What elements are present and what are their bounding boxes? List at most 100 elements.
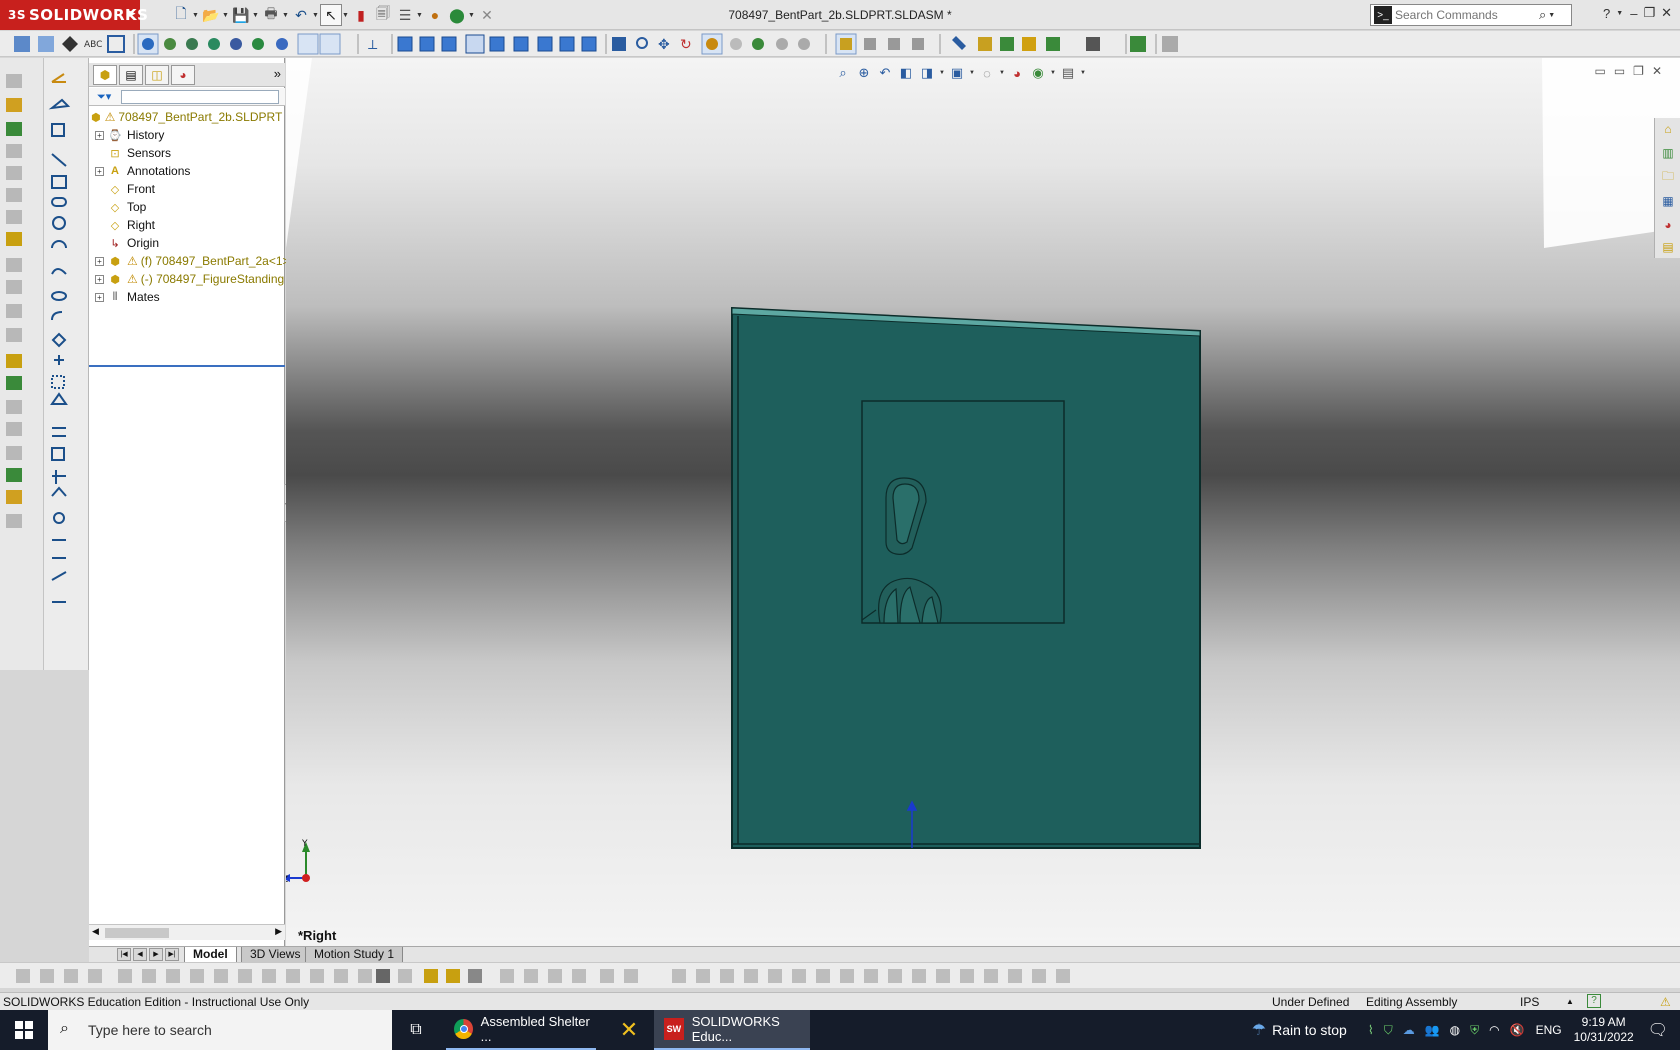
- hide-show-icon[interactable]: ◌: [978, 64, 996, 82]
- save-icon[interactable]: 💾: [230, 4, 252, 26]
- select-arrow-icon[interactable]: ↖: [320, 4, 342, 26]
- last-tab-icon[interactable]: ▶|: [165, 948, 179, 961]
- view-settings-icon[interactable]: ▤: [1059, 64, 1077, 82]
- expand-panel-icon[interactable]: »: [274, 66, 281, 81]
- weather-icon[interactable]: ☂: [1252, 1020, 1266, 1040]
- propertymanager-tab[interactable]: ▤: [119, 65, 143, 85]
- help-status-icon[interactable]: ?: [1587, 994, 1601, 1008]
- expand-icon[interactable]: +: [95, 292, 104, 302]
- chevron-down-icon[interactable]: ▼: [1548, 12, 1556, 19]
- tree-item-history[interactable]: + ⌚ History: [95, 126, 291, 144]
- filter-icon[interactable]: ⏷▾: [97, 90, 111, 104]
- chevron-down-icon[interactable]: ▼: [192, 12, 200, 19]
- windows-start-button[interactable]: [0, 1010, 48, 1050]
- minimize-icon[interactable]: –: [1630, 6, 1637, 21]
- featuremanager-tab[interactable]: ⬢: [93, 65, 117, 85]
- next-tab-icon[interactable]: ▶: [149, 948, 163, 961]
- notifications-icon[interactable]: 🗨: [1648, 1020, 1668, 1040]
- rollback-bar[interactable]: [89, 365, 285, 367]
- chevron-down-icon[interactable]: ▼: [416, 12, 424, 19]
- print-icon[interactable]: 🖶: [260, 4, 282, 26]
- shield-icon[interactable]: ⛉: [1384, 1023, 1393, 1038]
- tree-root[interactable]: ⬢ ⚠ 708497_BentPart_2b.SLDPRT (: [91, 108, 287, 126]
- scroll-right-icon[interactable]: ▶: [275, 926, 282, 937]
- chevron-down-icon[interactable]: ▼: [252, 12, 260, 19]
- open-folder-icon[interactable]: 📂: [200, 4, 222, 26]
- weather-text[interactable]: Rain to stop: [1272, 1022, 1347, 1038]
- chevron-down-icon[interactable]: ▼: [222, 12, 230, 19]
- chevron-down-icon[interactable]: ▼: [1080, 70, 1086, 76]
- language-indicator[interactable]: ENG: [1536, 1023, 1562, 1037]
- chevron-down-icon[interactable]: ▼: [312, 12, 320, 19]
- chevron-down-icon[interactable]: ▼: [1616, 10, 1624, 17]
- chevron-down-icon[interactable]: ▼: [939, 70, 945, 76]
- tree-item-top-plane[interactable]: ◇ Top: [107, 198, 303, 216]
- view-orientation-icon[interactable]: ◨: [918, 64, 936, 82]
- zoom-to-area-icon[interactable]: ⊕: [855, 64, 873, 82]
- tree-item-right-plane[interactable]: ◇ Right: [107, 216, 303, 234]
- appearances-icon[interactable]: ◕: [1659, 216, 1677, 234]
- new-document-icon[interactable]: 🗋: [170, 4, 192, 26]
- search-commands[interactable]: >_ ⌕ ▼: [1370, 4, 1572, 26]
- file-properties-icon[interactable]: 🗐: [372, 4, 394, 26]
- design-library-icon[interactable]: ▥: [1659, 144, 1677, 162]
- tree-item-origin[interactable]: ↳ Origin: [107, 234, 303, 252]
- split-view-icon[interactable]: ▭: [1614, 64, 1625, 78]
- tree-filter-input[interactable]: [121, 90, 279, 104]
- wifi-icon[interactable]: ◠: [1489, 1023, 1499, 1037]
- expand-icon[interactable]: +: [95, 274, 104, 284]
- graphics-area[interactable]: ⌕ ⊕ ↶ ◧ ◨ ▼ ▣ ▼ ◌ ▼ ◕ ◉ ▼ ▤ ▼ ▭ ▭ ❐ ✕ ⌂ ▥ 🗀 ▦…: [286, 58, 1680, 946]
- undo-icon[interactable]: ↶: [290, 4, 312, 26]
- tab-3d-views[interactable]: 3D Views: [241, 947, 310, 963]
- expand-icon[interactable]: +: [95, 130, 104, 140]
- close-viewport-icon[interactable]: ✕: [1652, 64, 1662, 78]
- people-icon[interactable]: 👥: [1425, 1023, 1440, 1037]
- custom-properties-icon[interactable]: ▤: [1659, 238, 1677, 256]
- file-explorer-icon[interactable]: 🗀: [1659, 168, 1677, 186]
- tray-app-icon[interactable]: ⌇: [1368, 1023, 1374, 1037]
- chrome-tray-icon[interactable]: ◍: [1450, 1023, 1460, 1037]
- restore-icon[interactable]: ❐: [1643, 5, 1655, 21]
- taskbar-search[interactable]: ⌕ Type here to search: [48, 1010, 392, 1050]
- appearance-icon[interactable]: ⬤: [446, 4, 468, 26]
- solidworks-menu-button[interactable]: 3S SOLIDWORKS ▶: [0, 0, 148, 30]
- rebuild-traffic-light-icon[interactable]: ▮: [350, 4, 372, 26]
- search-icon[interactable]: ⌕: [1539, 7, 1546, 23]
- section-view-icon[interactable]: ◧: [897, 64, 915, 82]
- close-window-icon[interactable]: ✕: [1661, 5, 1672, 21]
- x-app-icon[interactable]: ✕: [612, 1010, 646, 1050]
- photoview-icon[interactable]: ●: [424, 4, 446, 26]
- scrollbar-thumb[interactable]: [105, 928, 169, 938]
- home-icon[interactable]: ⌂: [1659, 120, 1677, 138]
- displaymanager-tab[interactable]: ◕: [171, 65, 195, 85]
- previous-tab-icon[interactable]: ◀: [133, 948, 147, 961]
- tree-item-sensors[interactable]: ⊡ Sensors: [107, 144, 303, 162]
- edit-appearance-icon[interactable]: ◕: [1008, 64, 1026, 82]
- options-icon[interactable]: ☰: [394, 4, 416, 26]
- security-icon[interactable]: ⛨: [1470, 1023, 1479, 1038]
- chevron-down-icon[interactable]: ▼: [999, 70, 1005, 76]
- tab-model[interactable]: Model: [184, 947, 237, 963]
- search-commands-input[interactable]: [1395, 8, 1535, 22]
- tree-item-annotations[interactable]: + A Annotations: [95, 162, 291, 180]
- chevron-down-icon[interactable]: ▼: [1050, 70, 1056, 76]
- tree-item-front-plane[interactable]: ◇ Front: [107, 180, 303, 198]
- close-icon[interactable]: ✕: [476, 4, 498, 26]
- apply-scene-icon[interactable]: ◉: [1029, 64, 1047, 82]
- chevron-down-icon[interactable]: ▼: [468, 12, 476, 19]
- first-tab-icon[interactable]: |◀: [117, 948, 131, 961]
- clock[interactable]: 9:19 AM 10/31/2022: [1574, 1015, 1634, 1045]
- tab-motion-study[interactable]: Motion Study 1: [305, 947, 404, 963]
- chevron-down-icon[interactable]: ▼: [342, 12, 350, 19]
- tree-horizontal-scrollbar[interactable]: ◀ ▶: [89, 924, 285, 940]
- chevron-up-icon[interactable]: ▲: [1566, 997, 1574, 1006]
- expand-icon[interactable]: +: [95, 256, 104, 266]
- help-icon[interactable]: ?: [1603, 6, 1610, 21]
- split-view-icon[interactable]: ▭: [1594, 64, 1605, 78]
- display-style-icon[interactable]: ▣: [948, 64, 966, 82]
- task-view-icon[interactable]: ⧉: [402, 1010, 430, 1050]
- tree-item-mates[interactable]: + ⫴ Mates: [95, 288, 291, 306]
- expand-icon[interactable]: +: [95, 166, 104, 176]
- chevron-down-icon[interactable]: ▼: [969, 70, 975, 76]
- tree-item-component-figure[interactable]: + ⬢ ⚠ (-) 708497_FigureStanding: [95, 270, 291, 288]
